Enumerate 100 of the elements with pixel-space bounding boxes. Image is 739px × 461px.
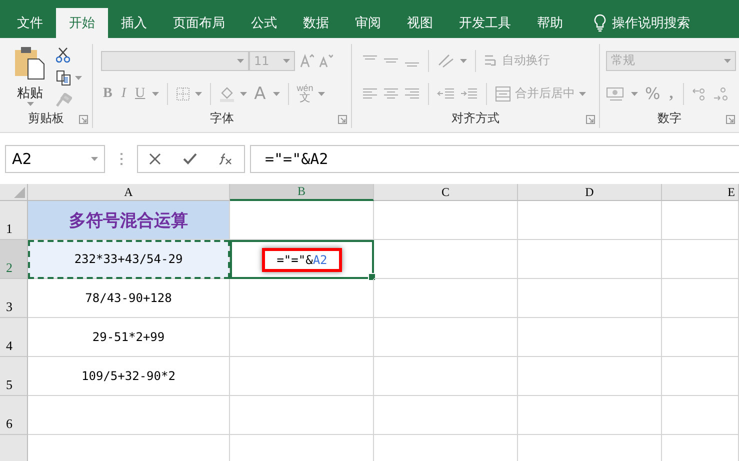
lightbulb-icon[interactable] bbox=[594, 14, 606, 32]
cell-text: 多符号混合运算 bbox=[69, 210, 188, 232]
grow-font-icon[interactable] bbox=[300, 54, 314, 68]
caret-icon bbox=[91, 157, 98, 161]
empty-cell[interactable] bbox=[518, 240, 662, 279]
tell-me-search[interactable]: 操作说明搜索 bbox=[612, 14, 690, 32]
empty-cell[interactable] bbox=[662, 396, 739, 435]
increase-indent-icon[interactable] bbox=[460, 88, 478, 100]
empty-cell[interactable] bbox=[230, 279, 374, 318]
empty-cell[interactable] bbox=[374, 396, 518, 435]
column-header[interactable]: A bbox=[28, 184, 230, 201]
empty-cell[interactable] bbox=[230, 318, 374, 357]
select-all-button[interactable] bbox=[0, 184, 28, 201]
menu-tab[interactable]: 页面布局 bbox=[160, 8, 238, 38]
empty-cell[interactable] bbox=[374, 318, 518, 357]
format-painter-icon[interactable] bbox=[56, 92, 72, 107]
row-header[interactable]: 4 bbox=[0, 318, 28, 357]
decrease-decimal-icon[interactable] bbox=[713, 86, 730, 100]
empty-cell[interactable] bbox=[230, 357, 374, 396]
dialog-launcher-icon[interactable] bbox=[338, 115, 347, 124]
menu-tab[interactable]: 插入 bbox=[108, 8, 160, 38]
menu-tab[interactable]: 公式 bbox=[238, 8, 290, 38]
column-header[interactable]: D bbox=[518, 184, 662, 201]
drag-handle-icon[interactable] bbox=[120, 152, 122, 166]
caret-icon bbox=[631, 92, 638, 96]
column-header[interactable]: C bbox=[374, 184, 518, 201]
caret-icon bbox=[75, 76, 82, 80]
borders-icon[interactable] bbox=[176, 86, 190, 100]
empty-cell[interactable] bbox=[662, 240, 739, 279]
scissors-icon[interactable] bbox=[56, 47, 70, 64]
empty-cell[interactable] bbox=[374, 201, 518, 240]
group-label: 数字 bbox=[656, 110, 682, 127]
clipboard-icon[interactable] bbox=[14, 46, 46, 80]
fill-handle[interactable] bbox=[368, 273, 376, 281]
chevron-icon bbox=[237, 58, 244, 62]
dialog-launcher-icon[interactable] bbox=[726, 115, 735, 124]
column-header[interactable]: E bbox=[662, 184, 739, 201]
column-header[interactable]: B bbox=[230, 184, 374, 201]
cell-formula[interactable]: ="="&A2 bbox=[276, 252, 328, 266]
chevron-icon bbox=[724, 58, 731, 62]
dialog-launcher-icon[interactable] bbox=[586, 115, 595, 124]
empty-cell[interactable] bbox=[662, 201, 739, 240]
empty-cell[interactable] bbox=[518, 357, 662, 396]
row-header[interactable]: 6 bbox=[0, 396, 28, 435]
menu-tab[interactable]: 审阅 bbox=[342, 8, 394, 38]
name-box[interactable]: A2 bbox=[5, 145, 105, 173]
row-header[interactable]: 3 bbox=[0, 279, 28, 318]
cancel-icon[interactable] bbox=[149, 153, 161, 165]
menu-tab[interactable]: 帮助 bbox=[524, 8, 576, 38]
menu-tab[interactable]: 开发工具 bbox=[446, 8, 524, 38]
caret-icon bbox=[195, 92, 202, 96]
menu-tab[interactable]: 开始 bbox=[56, 8, 108, 38]
copy-icon[interactable] bbox=[56, 70, 72, 86]
header-cell[interactable]: 多符号混合运算 bbox=[28, 201, 230, 240]
empty-cell[interactable] bbox=[662, 357, 739, 396]
selected-cell[interactable]: ="="&A2 bbox=[230, 240, 374, 279]
empty-cell[interactable] bbox=[374, 279, 518, 318]
row-header[interactable]: 2 bbox=[0, 240, 28, 279]
cell-text: 232*33+43/54-29 bbox=[74, 252, 183, 266]
font-name-dropdown[interactable] bbox=[101, 50, 249, 70]
caret-icon bbox=[579, 92, 586, 96]
formula-input[interactable]: ="="&A2 bbox=[250, 145, 739, 173]
align-icon[interactable] bbox=[383, 88, 399, 100]
empty-cell[interactable] bbox=[518, 201, 662, 240]
menu-tab[interactable]: 视图 bbox=[394, 8, 446, 38]
cell-text: 109/5+32-90*2 bbox=[82, 369, 176, 383]
group-label: 对齐方式 bbox=[450, 110, 500, 127]
shrink-font-icon[interactable] bbox=[319, 54, 333, 68]
table-cell[interactable]: 29-51*2+99 bbox=[28, 318, 230, 357]
function-icon[interactable] bbox=[219, 153, 233, 165]
empty-cell[interactable] bbox=[374, 240, 518, 279]
triangle-icon[interactable] bbox=[14, 187, 25, 198]
menu-tab[interactable]: 文件 bbox=[4, 8, 56, 38]
empty-cell[interactable] bbox=[230, 396, 374, 435]
paste-button[interactable]: 粘贴 bbox=[8, 46, 52, 110]
check-icon[interactable] bbox=[183, 153, 197, 165]
empty-cell[interactable] bbox=[662, 279, 739, 318]
caret-icon bbox=[152, 92, 160, 96]
currency-icon[interactable] bbox=[606, 86, 626, 102]
row-header[interactable]: 1 bbox=[0, 201, 28, 240]
empty-cell[interactable] bbox=[374, 357, 518, 396]
caret-icon bbox=[460, 58, 467, 62]
caret-icon bbox=[318, 92, 326, 96]
table-cell[interactable]: 78/43-90+128 bbox=[28, 279, 230, 318]
menu-tab[interactable]: 数据 bbox=[290, 8, 342, 38]
cell-text: 29-51*2+99 bbox=[92, 330, 165, 344]
empty-cell[interactable] bbox=[518, 396, 662, 435]
orientation-icon[interactable] bbox=[437, 52, 455, 68]
wrap-text-icon[interactable] bbox=[484, 52, 498, 68]
row-header[interactable]: 5 bbox=[0, 357, 28, 396]
fill-bucket-icon[interactable] bbox=[219, 86, 236, 102]
align-icon[interactable] bbox=[362, 88, 378, 100]
dialog-launcher-icon[interactable] bbox=[79, 115, 88, 124]
merge-cells-icon[interactable] bbox=[495, 86, 511, 102]
align-icon[interactable] bbox=[404, 88, 420, 100]
table-cell[interactable]: 109/5+32-90*2 bbox=[28, 357, 230, 396]
decrease-indent-icon[interactable] bbox=[437, 88, 455, 100]
empty-cell[interactable] bbox=[518, 318, 662, 357]
empty-cell[interactable] bbox=[518, 279, 662, 318]
empty-cell[interactable] bbox=[662, 318, 739, 357]
